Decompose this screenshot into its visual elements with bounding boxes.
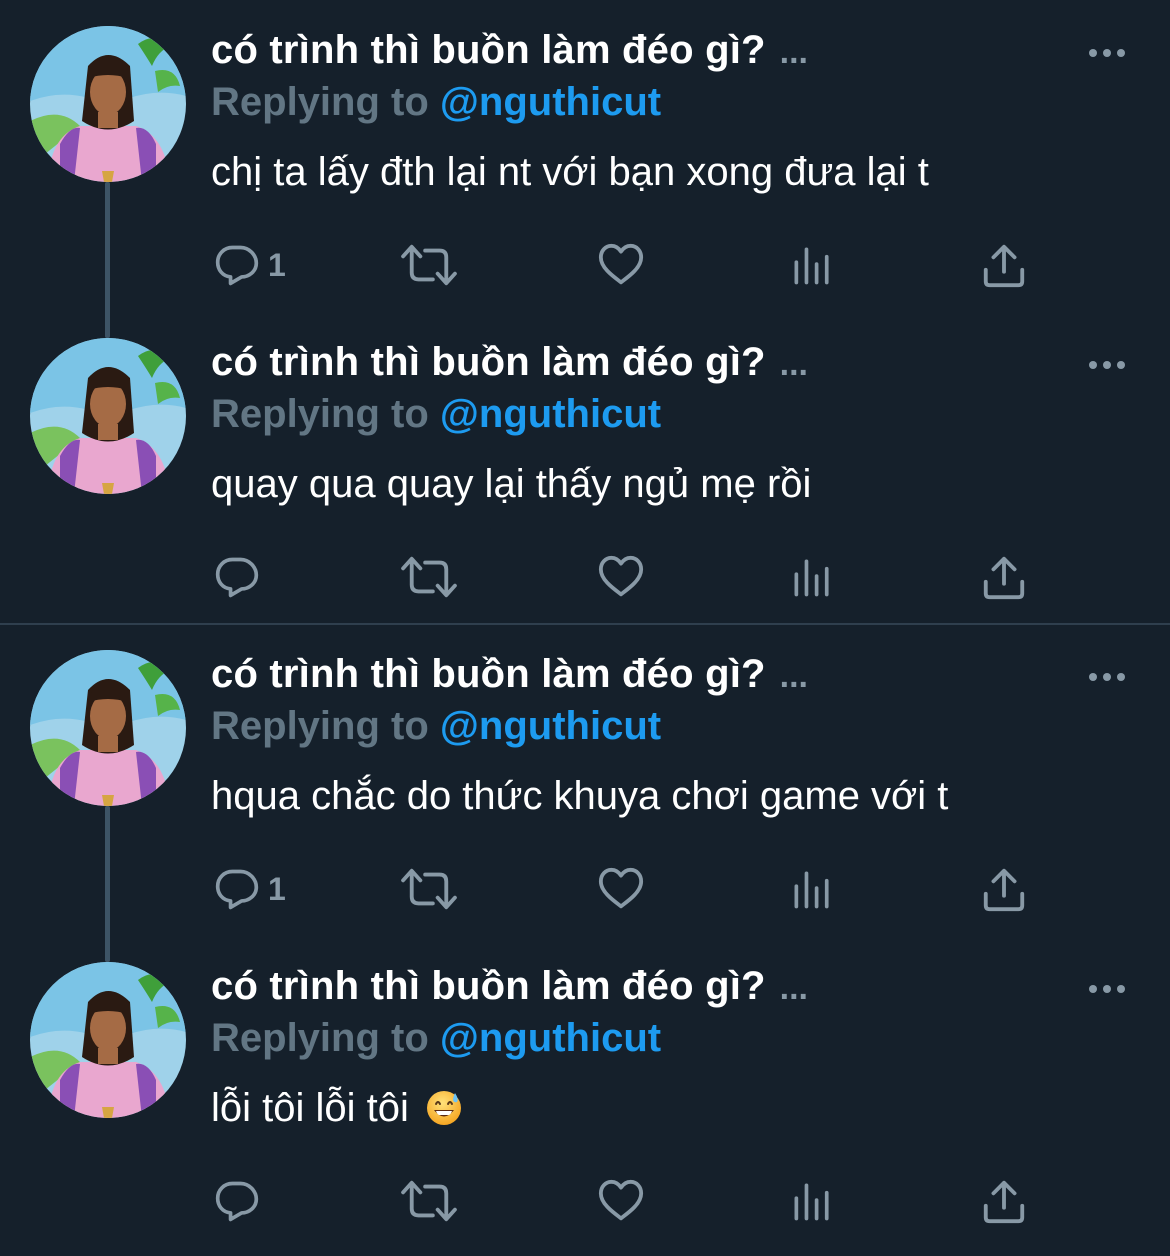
analytics-button[interactable] [789,550,835,604]
analytics-button[interactable] [789,1174,835,1228]
replying-to-label: Replying to [211,392,429,436]
tweet-text: chị ta lấy đth lại nt với bạn xong đưa l… [211,150,929,194]
share-button[interactable] [980,1174,1028,1228]
tweet-actions: 1 [0,238,1170,292]
like-button[interactable] [597,862,645,916]
avatar[interactable] [30,650,186,806]
replying-to-label: Replying to [211,80,429,124]
reply-button[interactable]: 1 [214,862,286,916]
like-icon [597,241,645,289]
retweet-icon [400,241,458,289]
retweet-icon [400,553,458,601]
retweet-button[interactable] [400,1174,458,1228]
name-ellipsis: ... [779,345,808,383]
more-icon[interactable] [1084,350,1130,380]
share-icon [980,1177,1028,1225]
name-ellipsis: ... [779,657,808,695]
replying-to-label: Replying to [211,704,429,748]
avatar[interactable] [30,962,186,1118]
share-icon [980,865,1028,913]
tweet-text-content: lỗi tôi lỗi tôi [211,1086,409,1130]
more-icon[interactable] [1084,974,1130,1004]
tweet-actions [0,550,1170,604]
tweet-actions: 1 [0,862,1170,916]
share-icon [980,241,1028,289]
more-icon[interactable] [1084,662,1130,692]
reply-count: 1 [268,870,286,907]
retweet-button[interactable] [400,550,458,604]
grinning-face-with-sweat-emoji [427,1091,461,1125]
name-ellipsis: ... [779,33,808,71]
analytics-icon [789,554,835,600]
tweet-text: quay qua quay lại thấy ngủ mẹ rồi [211,462,812,506]
tweet-text: hqua chắc do thức khuya chơi game với t [211,774,949,818]
analytics-button[interactable] [789,862,835,916]
author-row: có trình thì buồn làm đéo gì? ... [211,964,808,1014]
tweet[interactable]: có trình thì buồn làm đéo gì? ... Replyi… [0,624,1170,936]
replying-to: Replying to @nguthicut [211,392,661,437]
display-name[interactable]: có trình thì buồn làm đéo gì? [211,340,766,385]
reply-icon [214,1178,260,1224]
like-button[interactable] [597,238,645,292]
like-icon [597,865,645,913]
retweet-icon [400,1177,458,1225]
reply-icon [214,242,260,288]
tweet-text: lỗi tôi lỗi tôi [211,1086,464,1131]
author-row: có trình thì buồn làm đéo gì? ... [211,28,808,78]
replying-to: Replying to @nguthicut [211,704,661,749]
display-name[interactable]: có trình thì buồn làm đéo gì? [211,964,766,1009]
tweet[interactable]: có trình thì buồn làm đéo gì? ... Replyi… [0,312,1170,624]
analytics-icon [789,242,835,288]
replying-to: Replying to @nguthicut [211,1016,661,1061]
tweet-feed: có trình thì buồn làm đéo gì? ... Replyi… [0,0,1170,1256]
more-icon[interactable] [1084,38,1130,68]
author-row: có trình thì buồn làm đéo gì? ... [211,652,808,702]
tweet[interactable]: có trình thì buồn làm đéo gì? ... Replyi… [0,936,1170,1248]
replying-to: Replying to @nguthicut [211,80,661,125]
retweet-button[interactable] [400,862,458,916]
tweet-actions [0,1174,1170,1228]
like-button[interactable] [597,1174,645,1228]
like-icon [597,553,645,601]
reply-icon [214,554,260,600]
reply-handle-link[interactable]: @nguthicut [440,392,661,436]
display-name[interactable]: có trình thì buồn làm đéo gì? [211,28,766,73]
reply-button[interactable] [214,550,268,604]
like-icon [597,1177,645,1225]
reply-handle-link[interactable]: @nguthicut [440,1016,661,1060]
reply-button[interactable] [214,1174,268,1228]
retweet-icon [400,865,458,913]
reply-icon [214,866,260,912]
avatar[interactable] [30,26,186,182]
share-button[interactable] [980,550,1028,604]
retweet-button[interactable] [400,238,458,292]
display-name[interactable]: có trình thì buồn làm đéo gì? [211,652,766,697]
analytics-icon [789,866,835,912]
reply-count: 1 [268,246,286,283]
replying-to-label: Replying to [211,1016,429,1060]
reply-handle-link[interactable]: @nguthicut [440,80,661,124]
name-ellipsis: ... [779,969,808,1007]
share-icon [980,553,1028,601]
like-button[interactable] [597,550,645,604]
analytics-icon [789,1178,835,1224]
analytics-button[interactable] [789,238,835,292]
reply-handle-link[interactable]: @nguthicut [440,704,661,748]
author-row: có trình thì buồn làm đéo gì? ... [211,340,808,390]
tweet[interactable]: có trình thì buồn làm đéo gì? ... Replyi… [0,0,1170,312]
share-button[interactable] [980,862,1028,916]
reply-button[interactable]: 1 [214,238,286,292]
avatar[interactable] [30,338,186,494]
share-button[interactable] [980,238,1028,292]
